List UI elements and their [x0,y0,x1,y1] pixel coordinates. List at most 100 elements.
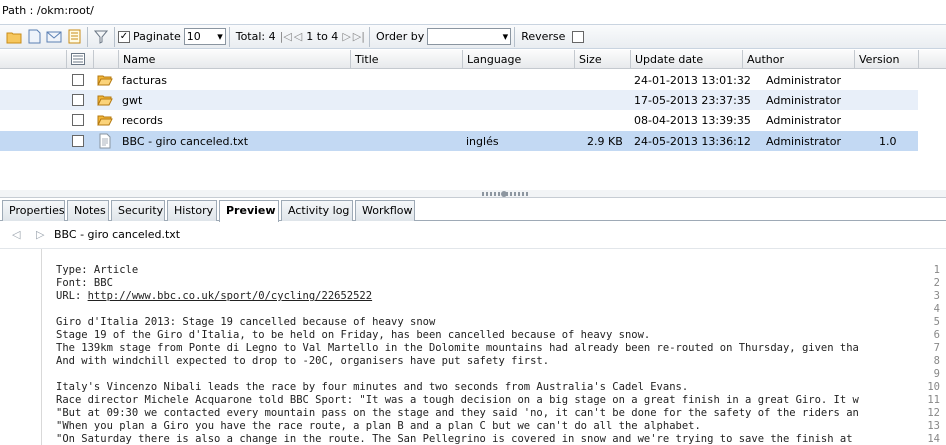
cell-version: 1.0 [879,135,897,148]
line-number: 6 [933,329,940,341]
line-number: 10 [927,381,940,393]
code-line: The 139km stage from Ponte di Legno to V… [56,342,859,354]
cell-name[interactable]: facturas [122,70,167,90]
table-row-selected[interactable]: BBC - giro canceled.txt inglés 2.9 KB 24… [0,131,918,151]
reverse-checkbox[interactable] [572,30,585,43]
toolbar-separator [228,26,230,47]
line-number: 5 [933,316,940,328]
tab-properties[interactable]: Properties [2,200,65,221]
row-checkbox[interactable] [72,94,84,106]
row-checkbox[interactable] [72,74,84,86]
line-number: 9 [933,368,940,380]
folder-icon[interactable] [4,27,24,47]
tab-bar: Properties Notes Security History Previe… [0,200,946,222]
tab-workflow[interactable]: Workflow [355,200,415,221]
cell-name[interactable]: BBC - giro canceled.txt [122,131,248,151]
paginate-checkbox[interactable]: ✓ [118,30,130,43]
folder-icon [97,92,113,108]
mail-icon[interactable] [44,27,64,47]
tab-notes[interactable]: Notes [67,200,109,221]
splitter-handle-icon[interactable] [501,191,507,197]
page-size-select[interactable]: 10 ▾ [183,28,226,45]
select-all-icon[interactable] [66,50,93,69]
cell-size: 2.9 KB [587,135,623,148]
table-row[interactable]: gwt 17-05-2013 23:37:35 Administrator [0,90,918,110]
code-line: Italy's Vincenzo Nibali leads the race b… [56,381,689,393]
article-link[interactable]: http://www.bbc.co.uk/sport/0/cycling/226… [88,290,372,302]
chevron-down-icon: ▾ [217,30,223,43]
reverse-label: Reverse [521,30,566,43]
cell-author: Administrator [766,94,841,107]
last-page-icon[interactable]: ▷| [353,30,365,43]
path-label: Path : /okm:root/ [2,4,94,17]
tab-history[interactable]: History [167,200,217,221]
table-row[interactable]: facturas 24-01-2013 13:01:32 Administrat… [0,70,918,90]
column-header-size[interactable]: Size [574,50,630,69]
toolbar-separator [514,26,516,47]
row-checkbox[interactable] [72,114,84,126]
column-header-update-date[interactable]: Update date [630,50,742,69]
column-header-name[interactable]: Name [118,50,350,69]
toolbar-separator [87,26,88,47]
toolbar-separator [368,26,370,47]
cell-update-date: 17-05-2013 23:37:35 [634,94,751,107]
cell-update-date: 24-01-2013 13:01:32 [634,74,751,87]
column-header-language[interactable]: Language [462,50,574,69]
folder-icon [97,112,113,128]
line-number: 13 [927,420,940,432]
filter-icon[interactable] [91,27,111,47]
tab-security[interactable]: Security [111,200,165,221]
cell-author: Administrator [766,114,841,127]
line-number: 1 [933,264,940,276]
icon-column-header [93,50,118,69]
toolbar-separator [114,26,115,47]
folder-open-icon [97,72,113,88]
cell-name[interactable]: gwt [122,90,142,110]
code-line: "On Saturday there is also a change in t… [56,433,853,445]
cell-author: Administrator [766,74,841,87]
paginate-label: Paginate [133,30,181,43]
cell-update-date: 24-05-2013 13:36:12 [634,135,751,148]
prev-page-icon[interactable]: ◁ [294,30,302,43]
line-number: 7 [933,342,940,354]
code-line: Stage 19 of the Giro d'Italia, to be hel… [56,329,651,341]
row-checkbox[interactable] [72,135,84,147]
code-line: Giro d'Italia 2013: Stage 19 cancelled b… [56,316,436,328]
line-number: 12 [927,407,940,419]
preview-navigation: ◁ ▷ BBC - giro canceled.txt [0,222,946,246]
forward-arrow-icon[interactable]: ▷ [36,228,52,241]
column-header-author[interactable]: Author [742,50,854,69]
tab-preview[interactable]: Preview [219,200,279,222]
chevron-down-icon: ▾ [502,30,509,43]
total-label: Total: 4 [235,30,276,43]
text-file-icon [97,133,113,149]
column-header-title[interactable]: Title [350,50,462,69]
panel-splitter[interactable] [0,190,946,198]
tab-activity-log[interactable]: Activity log [281,200,353,221]
first-page-icon[interactable]: |◁ [280,30,292,43]
cell-language: inglés [466,135,499,148]
path-bar: Path : /okm:root/ [0,0,946,22]
line-number: 14 [927,433,940,445]
range-label: 1 to 4 [306,30,339,43]
document-icon[interactable] [24,27,44,47]
back-arrow-icon[interactable]: ◁ [12,228,32,241]
preview-pane[interactable]: 1 Type: Article 2 Font: BBC 3 URL: http:… [0,248,946,445]
order-by-label: Order by [375,30,425,43]
code-line: And with windchill expected to drop to -… [56,355,550,367]
order-by-select[interactable]: ▾ [427,28,512,45]
notes-icon[interactable] [64,27,84,47]
line-number: 8 [933,355,940,367]
line-number: 11 [927,394,940,406]
page-size-value: 10 [186,30,201,43]
code-line: URL: http://www.bbc.co.uk/sport/0/cyclin… [56,290,372,302]
cell-author: Administrator [766,135,841,148]
line-number-gutter [0,249,42,445]
cell-name[interactable]: records [122,110,163,130]
next-page-icon[interactable]: ▷ [342,30,350,43]
url-label: URL: [56,290,88,302]
column-header-filler [918,50,946,69]
code-line: "But at 09:30 we contacted every mountai… [56,407,859,419]
table-row[interactable]: records 08-04-2013 13:39:35 Administrato… [0,110,918,130]
column-header-version[interactable]: Version [854,50,918,69]
